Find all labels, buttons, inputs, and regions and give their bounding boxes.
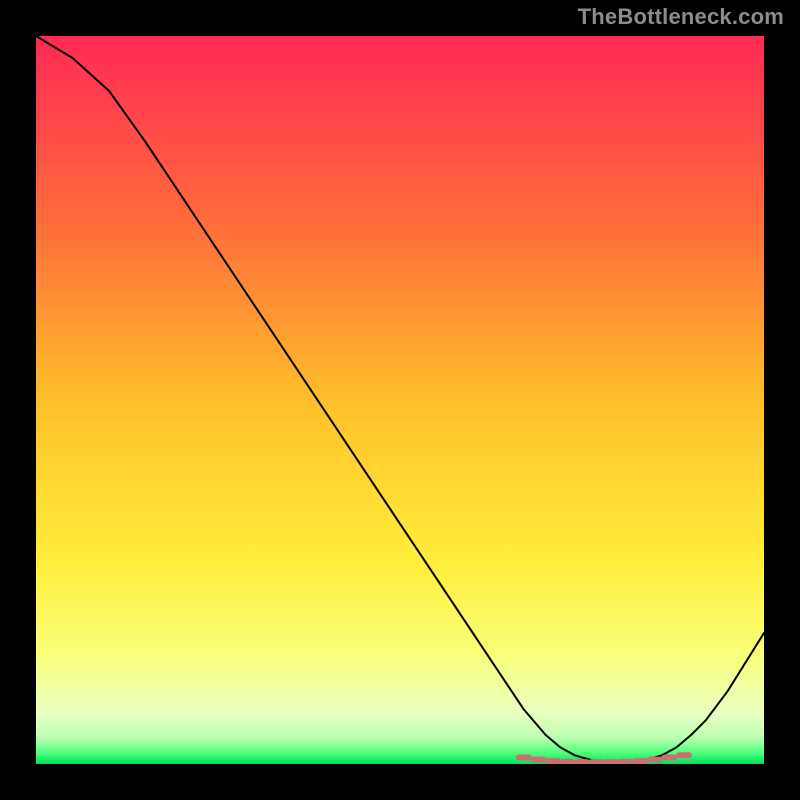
watermark-text: TheBottleneck.com xyxy=(578,4,784,30)
gradient-background xyxy=(36,36,764,764)
plot-svg xyxy=(36,36,764,764)
plot-area xyxy=(36,36,764,764)
chart-stage: TheBottleneck.com xyxy=(0,0,800,800)
